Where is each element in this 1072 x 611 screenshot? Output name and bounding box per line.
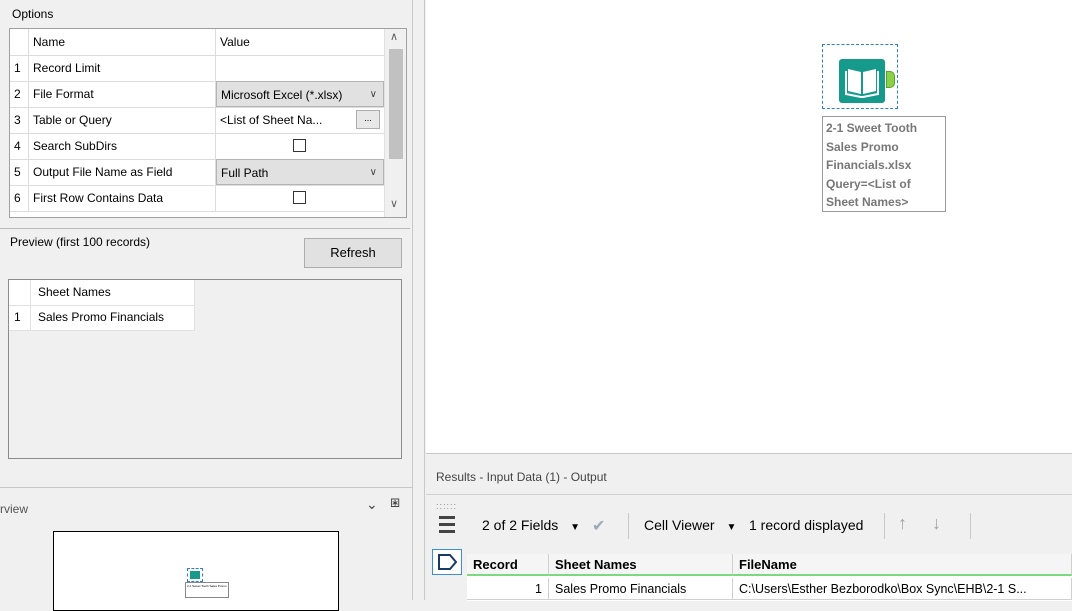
option-row-table-or-query[interactable]: 3 Table or Query <List of Sheet Na... ..… <box>10 107 384 134</box>
output-file-name-dropdown[interactable]: Full Path ∨ <box>216 159 384 185</box>
divider <box>426 494 1072 495</box>
workflow-canvas[interactable]: 2-1 Sweet Tooth Sales Promo Financials.x… <box>426 0 1072 453</box>
first-row-data-checkbox[interactable] <box>293 191 306 204</box>
row-num: 3 <box>10 107 29 133</box>
column-header-filename[interactable]: FileName <box>733 554 1072 576</box>
row-num: 1 <box>10 55 29 81</box>
option-row-record-limit[interactable]: 1 Record Limit <box>10 55 384 82</box>
preview-header-row: Sheet Names <box>9 280 195 306</box>
record-limit-input[interactable] <box>216 55 384 81</box>
preview-label: Preview (first 100 records) <box>10 235 151 249</box>
options-scrollbar[interactable]: ∧ ∨ <box>384 29 406 217</box>
option-name: Table or Query <box>29 107 216 133</box>
grip-icon[interactable]: :::::: <box>436 501 457 511</box>
option-name: Record Limit <box>29 55 216 81</box>
table-or-query-field[interactable]: <List of Sheet Na... ... <box>216 107 384 133</box>
preview-cell[interactable]: Sales Promo Financials <box>31 305 195 330</box>
book-icon <box>190 571 200 579</box>
preview-grid: Sheet Names 1 Sales Promo Financials <box>8 279 402 459</box>
option-name: Output File Name as Field <box>29 159 216 185</box>
chevron-down-icon[interactable]: ⌄ <box>366 496 378 513</box>
first-row-data-cell <box>216 185 384 211</box>
option-row-output-file-name[interactable]: 5 Output File Name as Field Full Path ∨ <box>10 159 384 186</box>
browse-query-button[interactable]: ... <box>356 110 380 129</box>
refresh-button[interactable]: Refresh <box>304 238 402 268</box>
overview-panel: rview ⌄ ⧆ 2-1 Sweet Tooth Sales Promo <box>0 487 412 611</box>
results-panel: Results - Input Data (1) - Output ::::::… <box>426 453 1072 601</box>
records-displayed: 1 record displayed <box>749 517 864 533</box>
results-title: Results - Input Data (1) - Output <box>436 470 607 484</box>
chevron-down-icon: ∨ <box>369 89 377 100</box>
output-file-name-value: Full Path <box>221 166 269 180</box>
check-icon[interactable]: ✔ <box>592 516 605 536</box>
overview-canvas[interactable]: 2-1 Sweet Tooth Sales Promo <box>53 531 339 611</box>
tool-annotation: 2-1 Sweet Tooth Sales Promo Financials.x… <box>822 116 946 212</box>
search-subdirs-checkbox[interactable] <box>293 139 306 152</box>
options-grid: Name Value 1 Record Limit 2 File Format … <box>9 28 407 218</box>
table-or-query-value: <List of Sheet Na... <box>220 113 323 127</box>
cell-viewer-label: Cell Viewer <box>644 517 715 533</box>
pin-icon[interactable]: ⧆ <box>390 494 400 512</box>
column-header-record[interactable]: Record <box>467 554 549 576</box>
cell-viewer-dropdown[interactable]: Cell Viewer ▼ <box>644 517 736 533</box>
output-anchor[interactable] <box>886 71 895 88</box>
down-arrow-icon[interactable]: ↓ <box>932 513 941 534</box>
up-arrow-icon[interactable]: ↑ <box>898 513 907 534</box>
preview-table: Sheet Names 1 Sales Promo Financials <box>9 280 195 331</box>
row-num: 1 <box>9 305 31 330</box>
chevron-down-icon: ∨ <box>369 167 377 178</box>
panel-splitter[interactable] <box>0 228 410 232</box>
scroll-down-icon[interactable]: ∨ <box>390 197 398 210</box>
preview-row[interactable]: 1 Sales Promo Financials <box>9 305 195 331</box>
list-icon[interactable] <box>439 516 455 534</box>
mini-tool <box>187 568 203 582</box>
option-row-file-format[interactable]: 2 File Format Microsoft Excel (*.xlsx) ∨ <box>10 81 384 108</box>
configuration-panel: Options Name Value 1 Record Limit 2 File… <box>0 0 412 485</box>
options-label: Options <box>12 7 54 21</box>
file-format-value: Microsoft Excel (*.xlsx) <box>221 88 343 102</box>
separator <box>628 513 629 539</box>
separator <box>884 513 885 539</box>
header-num-cell <box>10 29 29 55</box>
row-num: 4 <box>10 133 29 159</box>
record-cell[interactable]: 1 <box>467 578 549 600</box>
caret-down-icon: ▼ <box>726 522 737 533</box>
scroll-thumb[interactable] <box>389 49 403 159</box>
filename-cell[interactable]: C:\Users\Esther Bezborodko\Box Sync\EHB\… <box>733 578 1072 600</box>
caret-down-icon: ▼ <box>570 522 581 533</box>
option-name: Search SubDirs <box>29 133 216 159</box>
header-value: Value <box>220 35 250 49</box>
row-num: 6 <box>10 185 29 211</box>
option-name: File Format <box>29 81 216 107</box>
header-num-cell <box>9 280 31 305</box>
separator <box>970 513 971 539</box>
scroll-up-icon[interactable]: ∧ <box>390 30 398 43</box>
fields-label: 2 of 2 Fields <box>482 517 559 533</box>
fields-dropdown[interactable]: 2 of 2 Fields ▼ <box>482 517 580 533</box>
column-header-sheet-names[interactable]: Sheet Names <box>549 554 733 576</box>
row-num: 2 <box>10 81 29 107</box>
option-row-search-subdirs[interactable]: 4 Search SubDirs <box>10 133 384 160</box>
row-num: 5 <box>10 159 29 185</box>
option-row-first-row-data[interactable]: 6 First Row Contains Data <box>10 185 384 212</box>
sheet-name-cell[interactable]: Sales Promo Financials <box>549 578 733 600</box>
results-table: Record Sheet Names FileName 1 Sales Prom… <box>467 554 1072 601</box>
preview-header: Sheet Names <box>31 280 195 305</box>
mini-annotation: 2-1 Sweet Tooth Sales Promo <box>185 582 229 598</box>
option-name: First Row Contains Data <box>29 185 216 211</box>
results-rail: :::::: <box>426 495 467 601</box>
tag-icon[interactable] <box>432 549 462 575</box>
input-data-tool[interactable] <box>822 44 898 109</box>
overview-title: rview <box>0 502 29 516</box>
file-format-dropdown[interactable]: Microsoft Excel (*.xlsx) ∨ <box>216 81 384 107</box>
search-subdirs-cell <box>216 133 384 159</box>
vertical-splitter[interactable] <box>412 0 426 600</box>
options-header-row: Name Value <box>10 29 384 56</box>
header-name: Name <box>29 29 216 55</box>
book-icon <box>839 59 885 103</box>
